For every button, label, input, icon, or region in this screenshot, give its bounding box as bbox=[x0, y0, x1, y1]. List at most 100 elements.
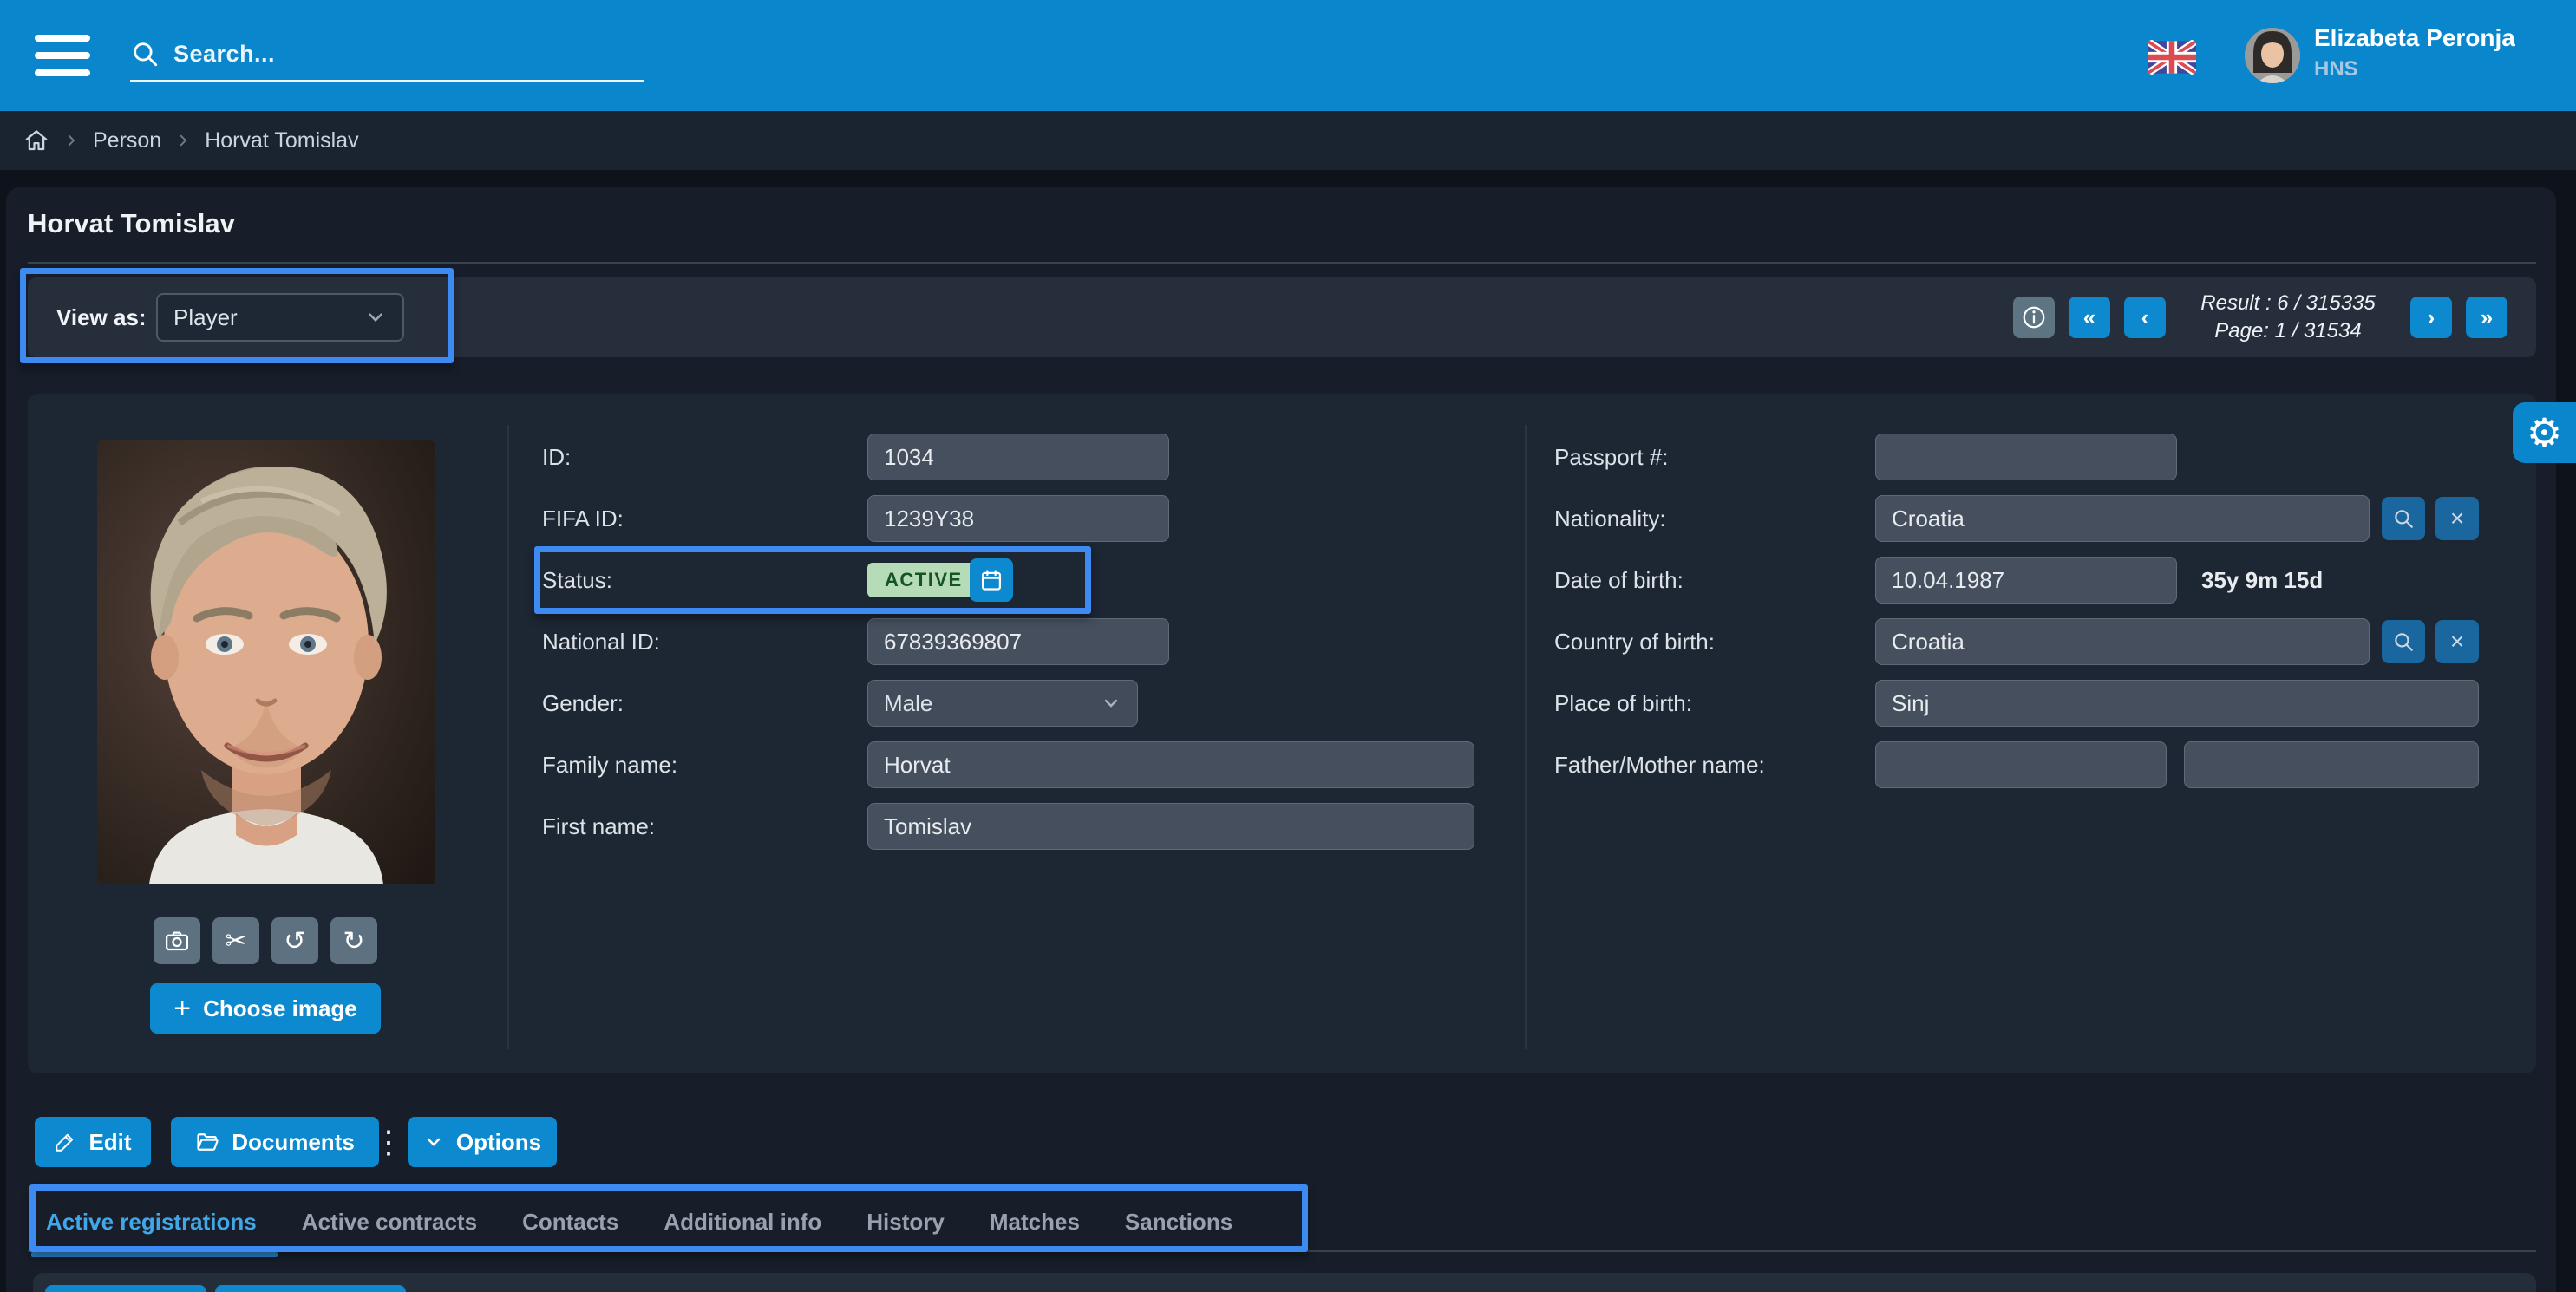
last-page-button[interactable]: » bbox=[2466, 297, 2507, 338]
clear-icon: × bbox=[2450, 628, 2464, 656]
more-vertical-icon: ⋮ bbox=[373, 1124, 404, 1160]
field-label-id: ID: bbox=[542, 434, 571, 480]
partial-button[interactable] bbox=[215, 1285, 406, 1292]
view-as-select[interactable]: Player bbox=[156, 293, 404, 342]
options-button[interactable]: Options bbox=[408, 1117, 557, 1167]
field-label-nationality: Nationality: bbox=[1554, 495, 1666, 542]
mother-name-field[interactable] bbox=[2184, 741, 2479, 788]
field-label-status: Status: bbox=[542, 557, 612, 604]
country-of-birth-search-button[interactable] bbox=[2382, 620, 2425, 663]
view-as-label: View as: bbox=[56, 277, 147, 357]
person-details-panel: ✂ ↺ ↻ + Choose image ID: FIFA ID: Status… bbox=[28, 394, 2536, 1073]
previous-icon: ‹ bbox=[2141, 304, 2149, 331]
detail-tabs: Active registrations Active contracts Co… bbox=[28, 1193, 2536, 1252]
tab-active-contracts[interactable]: Active contracts bbox=[302, 1209, 477, 1236]
previous-page-button[interactable]: ‹ bbox=[2124, 297, 2166, 338]
nationality-clear-button[interactable]: × bbox=[2435, 497, 2479, 540]
search-icon bbox=[130, 39, 160, 69]
breadcrumb-item-person[interactable]: Person bbox=[93, 128, 161, 153]
next-page-button[interactable]: › bbox=[2410, 297, 2452, 338]
documents-button[interactable]: Documents bbox=[171, 1117, 379, 1167]
status-history-calendar-button[interactable] bbox=[970, 558, 1013, 602]
camera-button[interactable] bbox=[154, 917, 200, 964]
choose-image-label: Choose image bbox=[203, 995, 357, 1022]
breadcrumb: Person Horvat Tomislav bbox=[0, 111, 2576, 170]
next-icon: › bbox=[2428, 304, 2435, 331]
field-label-family-name: Family name: bbox=[542, 741, 677, 788]
record-pager: « ‹ Result : 6 / 315335 Page: 1 / 31534 … bbox=[2013, 297, 2507, 338]
first-page-button[interactable]: « bbox=[2069, 297, 2110, 338]
country-of-birth-field[interactable] bbox=[1875, 618, 2370, 665]
first-icon: « bbox=[2083, 304, 2095, 331]
age-text: 35y 9m 15d bbox=[2201, 557, 2323, 604]
field-label-fifa-id: FIFA ID: bbox=[542, 495, 624, 542]
tab-matches[interactable]: Matches bbox=[990, 1209, 1080, 1236]
field-label-place-of-birth: Place of birth: bbox=[1554, 680, 1692, 727]
user-organization: HNS bbox=[2314, 57, 2358, 82]
rotate-left-icon: ↺ bbox=[284, 926, 305, 956]
rotate-right-icon: ↻ bbox=[343, 926, 364, 956]
page-title: Horvat Tomislav bbox=[28, 208, 235, 239]
info-button[interactable] bbox=[2013, 297, 2055, 338]
active-tab-indicator bbox=[31, 1252, 278, 1257]
scissors-icon: ✂ bbox=[225, 926, 246, 956]
tab-additional-info[interactable]: Additional info bbox=[664, 1209, 821, 1236]
more-actions-button[interactable]: ⋮ bbox=[378, 1117, 399, 1167]
field-label-national-id: National ID: bbox=[542, 618, 660, 665]
edit-button[interactable]: Edit bbox=[35, 1117, 151, 1167]
global-search[interactable]: Search... bbox=[130, 28, 644, 82]
column-divider bbox=[1525, 425, 1527, 1049]
top-bar: Search... Elizabeta Peronja HNS bbox=[0, 0, 2576, 111]
nationality-field[interactable] bbox=[1875, 495, 2370, 542]
user-avatar[interactable] bbox=[2245, 28, 2300, 83]
choose-image-button[interactable]: + Choose image bbox=[150, 983, 381, 1034]
field-label-father-mother: Father/Mother name: bbox=[1554, 741, 1765, 788]
tab-contacts[interactable]: Contacts bbox=[522, 1209, 618, 1236]
national-id-field[interactable] bbox=[867, 618, 1169, 665]
field-label-gender: Gender: bbox=[542, 680, 624, 727]
column-divider bbox=[507, 425, 509, 1049]
first-name-field[interactable] bbox=[867, 803, 1474, 850]
gender-select[interactable]: Male bbox=[867, 680, 1138, 727]
chevron-right-icon bbox=[175, 133, 191, 148]
rotate-left-button[interactable]: ↺ bbox=[271, 917, 318, 964]
fifa-id-field[interactable] bbox=[867, 495, 1169, 542]
hamburger-bar bbox=[35, 52, 90, 59]
chevron-right-icon bbox=[63, 133, 79, 148]
language-flag-uk-icon[interactable] bbox=[2148, 40, 2196, 75]
passport-field[interactable] bbox=[1875, 434, 2177, 480]
clear-icon: × bbox=[2450, 505, 2464, 532]
country-of-birth-clear-button[interactable]: × bbox=[2435, 620, 2479, 663]
status-badge: ACTIVE bbox=[867, 563, 980, 597]
chevron-down-icon bbox=[423, 1132, 444, 1152]
app-screen: Search... Elizabeta Peronja HNS bbox=[0, 0, 2576, 1292]
view-as-value: Player bbox=[173, 304, 238, 331]
breadcrumb-item-current: Horvat Tomislav bbox=[205, 128, 358, 153]
hamburger-menu-button[interactable] bbox=[35, 35, 90, 76]
user-name[interactable]: Elizabeta Peronja bbox=[2314, 24, 2515, 52]
father-name-field[interactable] bbox=[1875, 741, 2167, 788]
settings-gear-button[interactable]: ⚙ bbox=[2513, 402, 2576, 463]
place-of-birth-field[interactable] bbox=[1875, 680, 2479, 727]
folder-open-icon bbox=[195, 1130, 219, 1154]
tab-content-card bbox=[33, 1273, 2536, 1292]
hamburger-bar bbox=[35, 69, 90, 76]
tab-active-registrations[interactable]: Active registrations bbox=[46, 1209, 257, 1236]
crop-scissors-button[interactable]: ✂ bbox=[212, 917, 259, 964]
chevron-down-icon bbox=[1101, 693, 1121, 714]
tab-sanctions[interactable]: Sanctions bbox=[1125, 1209, 1232, 1236]
edit-label: Edit bbox=[88, 1129, 131, 1156]
gear-icon: ⚙ bbox=[2527, 413, 2562, 453]
id-field[interactable] bbox=[867, 434, 1169, 480]
partial-button[interactable] bbox=[45, 1285, 206, 1292]
nationality-search-button[interactable] bbox=[2382, 497, 2425, 540]
family-name-field[interactable] bbox=[867, 741, 1474, 788]
pager-status: Result : 6 / 315335 Page: 1 / 31534 bbox=[2180, 290, 2396, 345]
home-icon[interactable] bbox=[23, 127, 49, 153]
date-of-birth-field[interactable] bbox=[1875, 557, 2177, 604]
view-toolbar: View as: Player « ‹ Result : 6 / 315335 … bbox=[28, 277, 2536, 357]
tab-history[interactable]: History bbox=[866, 1209, 945, 1236]
rotate-right-button[interactable]: ↻ bbox=[330, 917, 377, 964]
plus-icon: + bbox=[173, 994, 191, 1023]
field-label-date-of-birth: Date of birth: bbox=[1554, 557, 1684, 604]
